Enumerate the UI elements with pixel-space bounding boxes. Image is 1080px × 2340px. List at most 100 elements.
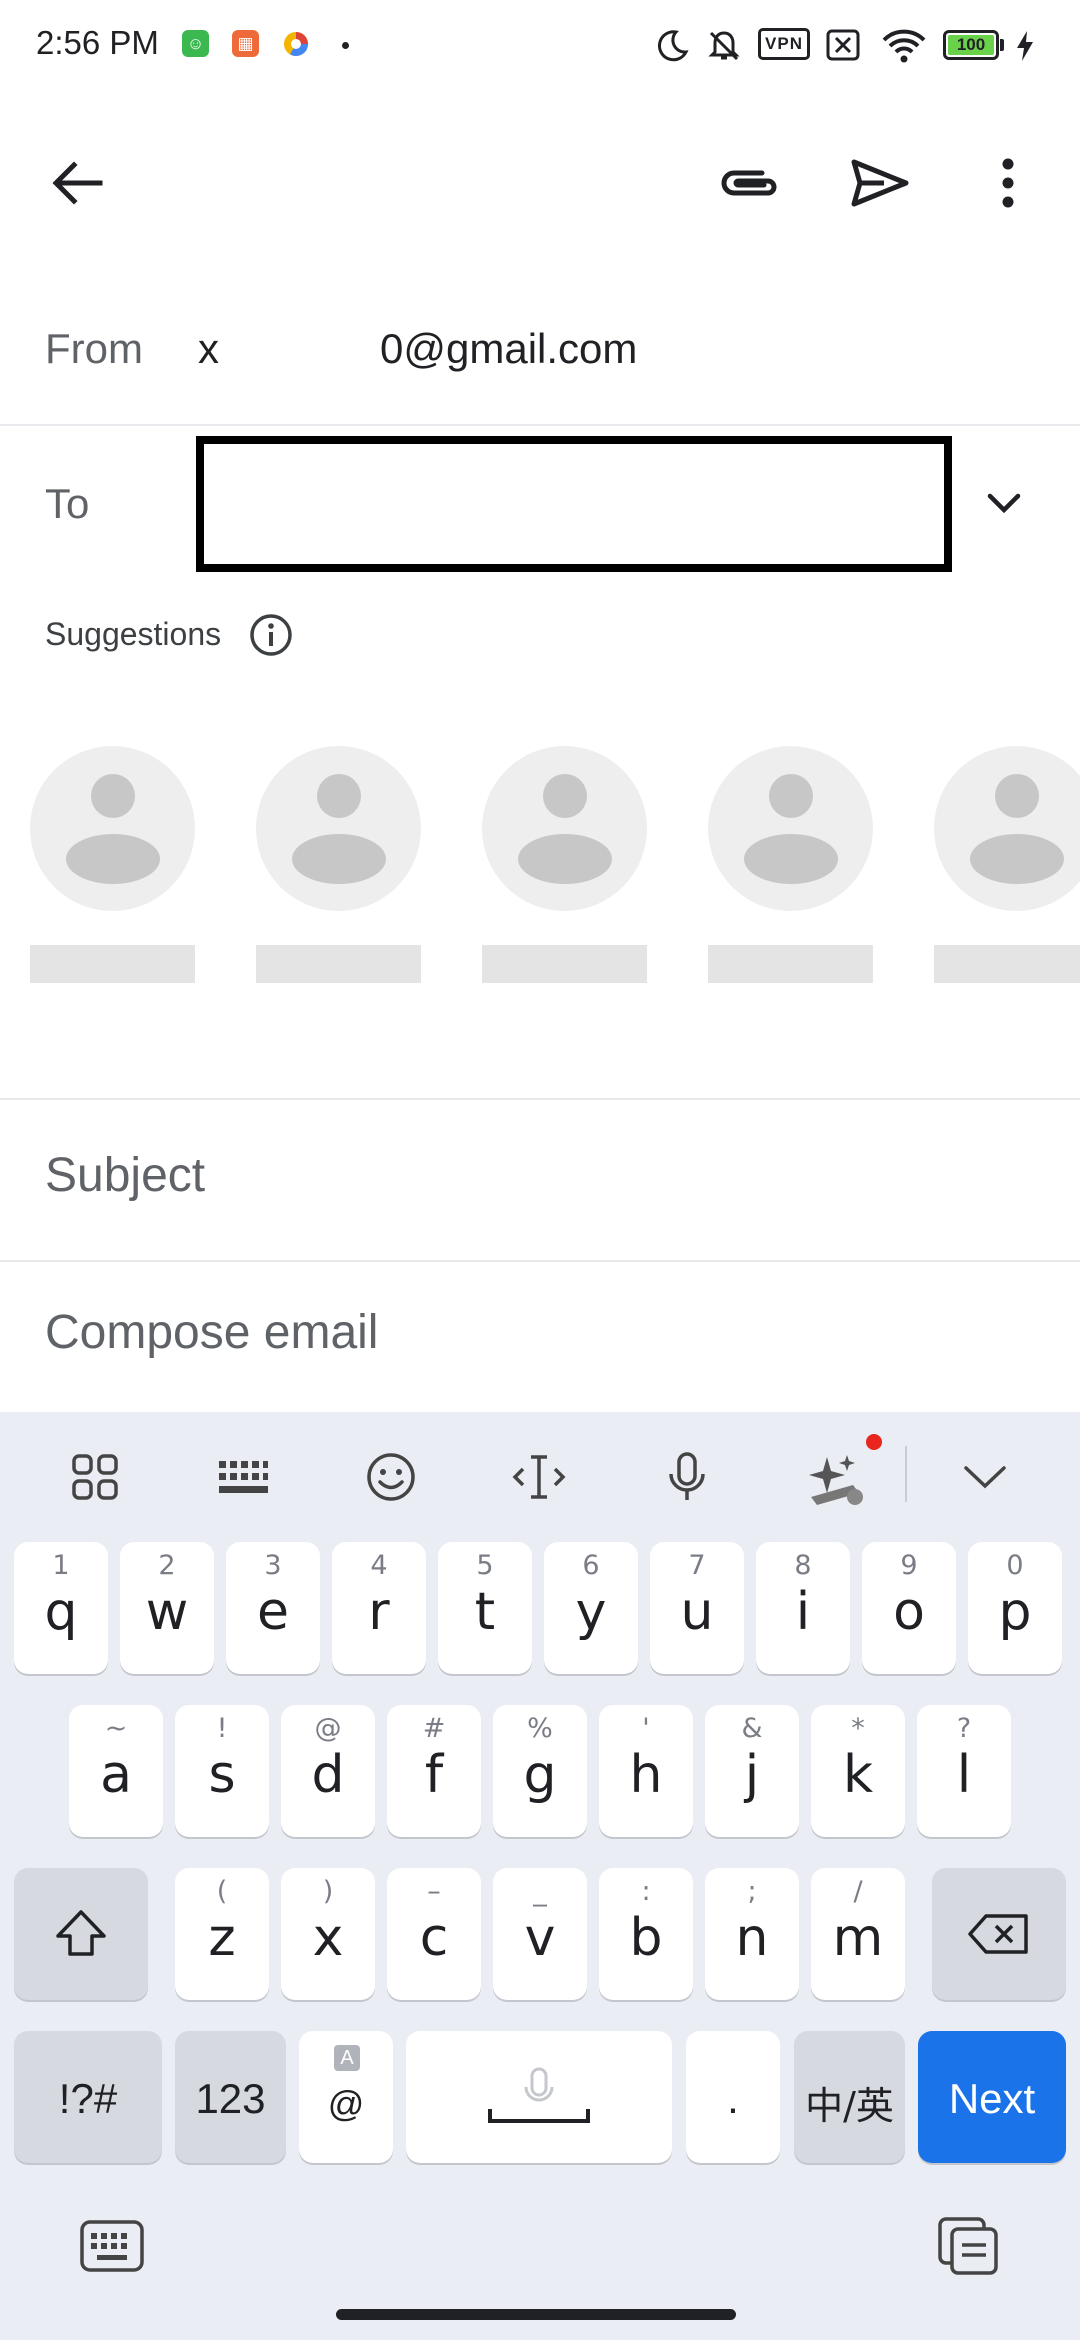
key-n[interactable]: ; n [705,1868,799,2000]
name-placeholder-bar [934,945,1080,983]
key-i[interactable]: 8i [756,1542,850,1674]
notifications-off-icon [708,31,740,61]
notification-dot [866,1434,882,1450]
key-d[interactable]: @ d [281,1705,375,1837]
suggestion-contact-placeholder[interactable] [30,746,195,983]
keyboard-icon [80,2220,144,2272]
voice-input-button[interactable] [642,1432,732,1522]
at-key[interactable]: A @ [299,2031,393,2163]
no-sim-icon [826,29,860,61]
key-h[interactable]: ' h [599,1705,693,1837]
suggestion-contact-placeholder[interactable] [256,746,421,983]
home-indicator[interactable] [336,2309,736,2320]
key-q[interactable]: 1q [14,1542,108,1674]
expand-recipients-button[interactable] [964,463,1044,543]
at-key-label: @ [327,2083,365,2124]
language-switch-key[interactable]: 中/英 [794,2031,905,2163]
toolbar-separator [905,1446,907,1502]
keyboard-layout-button[interactable] [198,1432,288,1522]
space-key[interactable] [406,2031,672,2163]
more-options-button[interactable] [968,143,1048,223]
avatar [30,746,195,911]
to-label: To [45,480,90,527]
backspace-icon [968,1914,1028,1954]
suggestion-contact-placeholder[interactable] [708,746,873,983]
suggestion-contact-placeholder[interactable] [482,746,647,983]
suggestions-label: Suggestions [45,616,222,652]
name-placeholder-bar [30,945,195,983]
key-b[interactable]: :b [599,1868,693,2000]
battery-indicator: 100 [943,30,999,60]
battery-cap [1000,39,1004,51]
at-key-sub: A [334,2045,360,2071]
key-s[interactable]: ! s [175,1705,269,1837]
key-x[interactable]: ) x [281,1868,375,2000]
avatar [934,746,1080,911]
backspace-key[interactable] [932,1868,1066,2000]
chevron-down-icon [964,1466,1006,1489]
key-w[interactable]: 2w [120,1542,214,1674]
key-j[interactable]: & j [705,1705,799,1837]
name-placeholder-bar [708,945,873,983]
key-g[interactable]: % g [493,1705,587,1837]
paperclip-icon [721,170,777,196]
compose-body-field[interactable]: Compose email [45,1305,378,1360]
symbols-key[interactable]: !?# [14,2031,162,2163]
key-e[interactable]: 3e [226,1542,320,1674]
do-not-disturb-moon-icon [657,30,689,62]
app-notification-icon: ▦ [232,30,259,57]
shift-key[interactable] [14,1868,148,2000]
hide-keyboard-button[interactable] [940,1432,1030,1522]
keyboard-apps-button[interactable] [50,1432,140,1522]
status-time: 2:56 PM [36,24,159,61]
key-o[interactable]: 9o [862,1542,956,1674]
from-account-prefix[interactable]: x [198,325,219,373]
suggestion-contact-placeholder[interactable] [934,746,1080,983]
from-label: From [45,325,143,372]
key-l[interactable]: ? l [917,1705,1011,1837]
key-a[interactable]: ~ a [69,1705,163,1837]
key-k[interactable]: * k [811,1705,905,1837]
clipboard-icon [938,2217,998,2275]
emoji-button[interactable] [346,1432,436,1522]
avatar [256,746,421,911]
key-c[interactable]: – c [387,1868,481,2000]
battery-level: 100 [948,35,994,55]
key-v[interactable]: _ v [493,1868,587,2000]
ai-magic-icon [809,1455,863,1505]
switch-keyboard-button[interactable] [72,2206,152,2286]
from-account-email[interactable]: 0@gmail.com [380,325,637,373]
key-p[interactable]: 0p [968,1542,1062,1674]
attach-button[interactable] [710,143,790,223]
key-m[interactable]: / m [811,1868,905,2000]
info-icon[interactable] [248,612,294,658]
name-placeholder-bar [256,945,421,983]
space-bar-icon [488,2067,590,2123]
key-y[interactable]: 6y [544,1542,638,1674]
key-u[interactable]: 7u [650,1542,744,1674]
chevron-down-icon [987,493,1021,514]
vpn-indicator: VPN [758,28,810,60]
next-key[interactable]: Next [918,2031,1066,2163]
period-key[interactable]: . [686,2031,780,2163]
send-button[interactable] [840,143,920,223]
key-f[interactable]: # f [387,1705,481,1837]
emoji-smile-icon [367,1453,415,1501]
wifi-icon [882,29,926,63]
from-divider [0,424,1080,426]
key-z[interactable]: (z [175,1868,269,2000]
back-button[interactable] [38,143,118,223]
more-notifications-dot [342,42,349,49]
key-r[interactable]: 4r [332,1542,426,1674]
text-cursor-button[interactable] [494,1432,584,1522]
to-recipient-input[interactable] [196,436,952,572]
avatar [482,746,647,911]
numbers-key[interactable]: 123 [175,2031,286,2163]
avatar [708,746,873,911]
clipboard-button[interactable] [928,2206,1008,2286]
send-icon [851,159,909,207]
subject-field[interactable]: Subject [45,1148,205,1203]
android-app-notification-icon: ☺ [182,30,209,57]
grid-apps-icon [72,1454,118,1500]
key-t[interactable]: 5t [438,1542,532,1674]
